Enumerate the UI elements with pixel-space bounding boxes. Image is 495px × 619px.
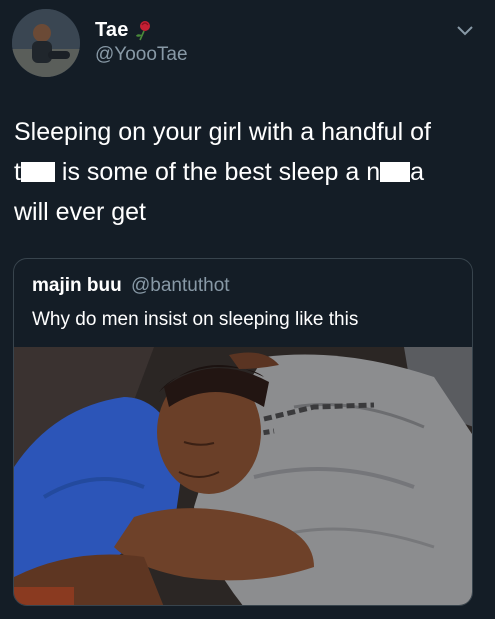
tweet-text-segment: t <box>14 158 21 186</box>
tweet-text-segment: is some of the best sleep a n <box>54 158 381 186</box>
author-display-name[interactable]: Tae <box>95 19 129 42</box>
quoted-author-handle: @bantuthot <box>131 275 230 296</box>
quoted-tweet-photo[interactable] <box>14 347 472 605</box>
tweet-text-line-3: will ever get <box>14 198 146 226</box>
quoted-tweet-card[interactable]: majin buu @bantuthot Why do men insist o… <box>13 258 473 606</box>
tweet-text-line-2: t is some of the best sleep a n a <box>14 152 484 192</box>
author-name-row: Tae <box>95 17 153 43</box>
avatar[interactable] <box>12 9 80 77</box>
tweet-text-line-1: Sleeping on your girl with a handful of <box>14 118 431 146</box>
rose-icon <box>133 19 153 41</box>
tweet: Tae @YoooTae Sleeping on your girl with … <box>0 0 495 619</box>
tweet-text: Sleeping on your girl with a handful of … <box>14 112 484 232</box>
quoted-tweet-header: majin buu @bantuthot <box>32 275 230 297</box>
censor-block <box>380 162 411 182</box>
tweet-text-segment: a <box>410 158 425 186</box>
chevron-down-icon[interactable] <box>455 24 475 38</box>
quoted-author-name: majin buu <box>32 275 122 296</box>
quoted-tweet-text: Why do men insist on sleeping like this <box>32 309 359 330</box>
censor-block <box>20 162 55 182</box>
author-handle[interactable]: @YoooTae <box>95 44 188 66</box>
